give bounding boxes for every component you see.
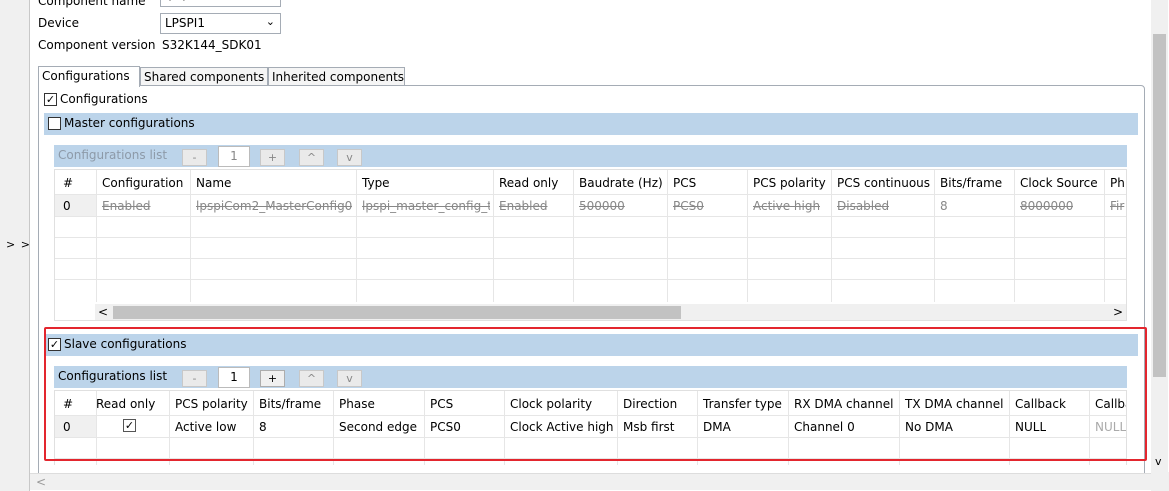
master-configurations-list-bar — [54, 145, 1127, 167]
master-header-pcs-continuous: PCS continuous — [837, 176, 931, 190]
master-row-index: 0 — [63, 199, 71, 213]
master-configurations-title: Master configurations — [64, 116, 195, 130]
master-header-name: Name — [196, 176, 232, 190]
master-table: # Configuration Name Type Read only Baud… — [54, 169, 1127, 321]
expand-panel-button[interactable]: > > — [6, 238, 31, 251]
scroll-corner — [1151, 472, 1169, 491]
master-header-clock-source: Clock Source — [1020, 176, 1098, 190]
master-cell-pcs-continuous: Disabled — [837, 199, 890, 213]
master-cell-read-only: Enabled — [499, 199, 548, 213]
scroll-left-icon[interactable]: < — [98, 305, 108, 319]
master-list-label: Configurations list — [58, 148, 168, 162]
tab-configurations[interactable]: Configurations — [38, 66, 140, 87]
page-scroll-left-icon[interactable]: < — [36, 475, 46, 489]
master-horizontal-scrollbar[interactable]: < > — [95, 304, 1126, 320]
device-select[interactable]: LPSPI1 ⌄ — [160, 13, 281, 34]
vertical-scrollbar[interactable]: v — [1151, 0, 1168, 472]
master-cell-configuration: Enabled — [102, 199, 151, 213]
component-name-value: lpspiCom2 — [165, 0, 228, 1]
device-label: Device — [38, 16, 80, 30]
device-value: LPSPI1 — [165, 16, 205, 30]
tab-inherited-components[interactable]: Inherited components — [268, 67, 405, 87]
master-header-baudrate: Baudrate (Hz) — [579, 176, 663, 190]
master-cell-pcs-polarity: Active high — [753, 199, 821, 213]
page-horizontal-scrollbar[interactable]: < — [30, 473, 1151, 490]
master-header-bits-frame: Bits/frame — [940, 176, 1003, 190]
master-configurations-bar — [44, 113, 1138, 135]
master-header-read-only: Read only — [499, 176, 559, 190]
component-name-label: Component name — [38, 0, 146, 8]
master-configurations-checkbox[interactable] — [48, 117, 61, 130]
master-count-field[interactable]: 1 — [218, 146, 250, 167]
master-header-configuration: Configuration — [102, 176, 184, 190]
component-name-field[interactable]: lpspiCom2 — [160, 0, 281, 7]
configurations-checkbox[interactable]: ✓ — [44, 93, 57, 106]
master-header-type: Type — [362, 176, 390, 190]
master-scroll-thumb[interactable] — [113, 306, 681, 319]
vertical-scroll-thumb[interactable] — [1153, 34, 1166, 377]
configurations-checkbox-label: Configurations — [60, 92, 148, 106]
master-cell-clock-source: 8000000 — [1020, 199, 1074, 213]
tab-shared-components[interactable]: Shared components — [140, 67, 268, 87]
component-version-value: S32K144_SDK01 — [162, 38, 262, 52]
master-cell-name: lpspiCom2_MasterConfig0 — [196, 199, 352, 213]
master-header-pcs-polarity: PCS polarity — [753, 176, 826, 190]
highlight-box — [44, 327, 1147, 461]
master-cell-baudrate: 500000 — [579, 199, 625, 213]
master-header-pcs: PCS — [673, 176, 697, 190]
master-cell-bits-frame: 8 — [940, 199, 948, 213]
master-move-up-button[interactable]: ^ — [299, 149, 324, 166]
scroll-down-icon[interactable]: v — [1155, 455, 1162, 468]
master-remove-button[interactable]: - — [182, 149, 207, 166]
chevron-down-icon: ⌄ — [265, 15, 275, 28]
master-cell-type: lpspi_master_config_t — [362, 199, 490, 213]
master-cell-phase: Fir — [1110, 199, 1125, 213]
master-cell-pcs: PCS0 — [673, 199, 704, 213]
master-move-down-button[interactable]: v — [337, 149, 362, 166]
master-header-index: # — [63, 176, 74, 190]
master-header-phase: Ph — [1110, 176, 1125, 190]
master-add-button[interactable]: + — [260, 149, 285, 166]
master-row-index-cell — [55, 195, 96, 216]
component-version-label: Component version — [38, 38, 156, 52]
scroll-right-icon[interactable]: > — [1113, 305, 1123, 319]
